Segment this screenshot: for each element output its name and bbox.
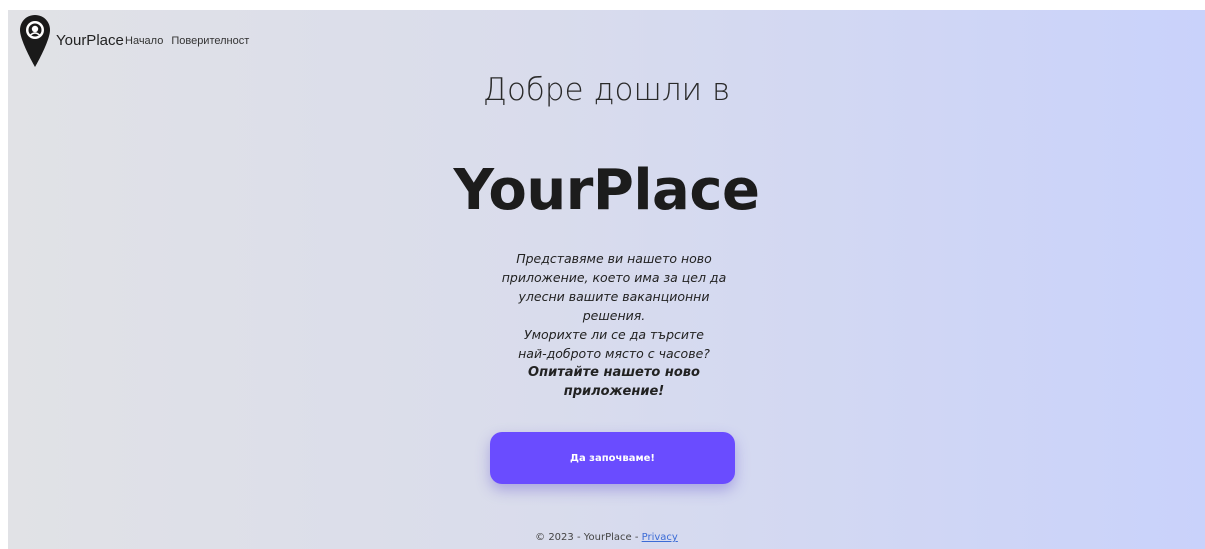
intro-line: приложение, което има за цел да bbox=[501, 270, 727, 285]
intro-line: решения. bbox=[582, 308, 646, 323]
nav-link-home[interactable]: Начало bbox=[125, 35, 163, 47]
brand-link[interactable]: YourPlace bbox=[18, 13, 124, 69]
brand-name: YourPlace bbox=[56, 32, 124, 49]
footer-privacy-link[interactable]: Privacy bbox=[642, 532, 678, 543]
intro-line: Уморихте ли се да търсите bbox=[523, 327, 704, 342]
cta-text: Опитайте нашето ново приложение! bbox=[490, 363, 738, 401]
cta-line: Опитайте нашето ново bbox=[528, 365, 700, 380]
intro-line: най-доброто място с часове? bbox=[518, 346, 710, 361]
footer: © 2023 - YourPlace - Privacy bbox=[8, 532, 1205, 543]
copyright-text: © 2023 - YourPlace - bbox=[535, 532, 642, 543]
page-background: YourPlace Начало Поверителност Добре дош… bbox=[8, 10, 1205, 549]
intro-text: Представяме ви нашето ново приложение, к… bbox=[490, 249, 738, 401]
intro-line: улесни вашите ваканционни bbox=[518, 289, 710, 304]
get-started-button[interactable]: Да започваме! bbox=[490, 432, 735, 484]
hero-title: YourPlace bbox=[453, 158, 760, 223]
navbar: YourPlace Начало Поверителност bbox=[8, 10, 1205, 70]
nav-link-privacy[interactable]: Поверителност bbox=[171, 35, 249, 47]
intro-line: Представяме ви нашето ново bbox=[516, 251, 712, 266]
nav-links: Начало Поверителност bbox=[125, 35, 249, 47]
map-pin-icon bbox=[20, 15, 50, 67]
cta-line: приложение! bbox=[563, 384, 665, 399]
welcome-heading: Добре дошли в bbox=[482, 72, 731, 108]
